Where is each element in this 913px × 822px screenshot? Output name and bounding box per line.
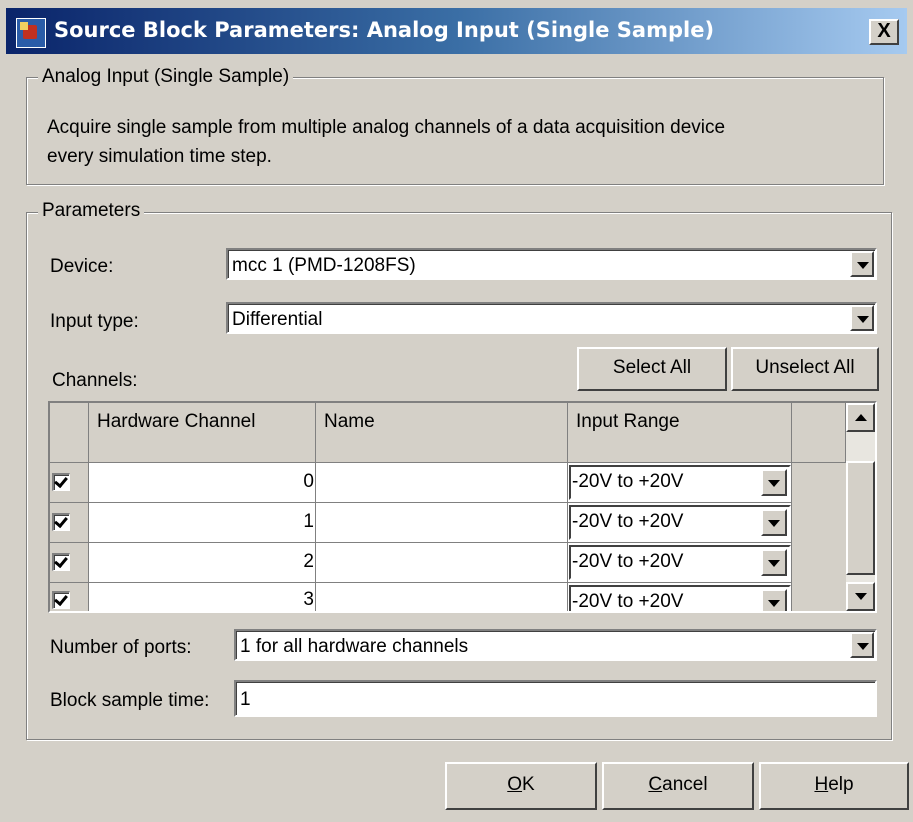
chevron-down-icon[interactable] [850, 305, 874, 331]
checkbox-icon[interactable] [52, 473, 70, 491]
input-range-value: -20V to +20V [572, 591, 684, 612]
scrollbar-thumb[interactable] [846, 461, 875, 575]
input-range-combo[interactable]: -20V to +20V [569, 505, 791, 540]
input-range-combo[interactable]: -20V to +20V [569, 545, 791, 580]
table-row-name[interactable] [316, 503, 568, 543]
input-range-combo[interactable]: -20V to +20V [569, 585, 791, 612]
checkbox-icon[interactable] [52, 553, 70, 571]
channels-table: Hardware Channel Name Input Range 0 -20V… [48, 401, 877, 613]
chevron-down-icon[interactable] [761, 469, 787, 496]
input-type-combo[interactable]: Differential [226, 302, 877, 334]
device-combo[interactable]: mcc 1 (PMD-1208FS) [226, 248, 877, 280]
device-label: Device: [50, 256, 114, 277]
scroll-down-arrow-icon[interactable] [846, 582, 875, 611]
input-type-value: Differential [232, 309, 323, 330]
table-row-check [50, 583, 89, 611]
sample-time-input[interactable]: 1 [234, 680, 877, 717]
channels-label: Channels: [52, 370, 138, 391]
cancel-button[interactable]: Cancel [602, 762, 754, 810]
table-row-input-range[interactable]: -20V to +20V [568, 463, 792, 503]
table-row-hardware-channel: 0 [89, 463, 316, 503]
table-row-check [50, 503, 89, 543]
table-header-hardware-channel[interactable]: Hardware Channel [89, 403, 316, 463]
table-row-hardware-channel: 1 [89, 503, 316, 543]
table-header-input-range[interactable]: Input Range [568, 403, 792, 463]
cancel-label: ancel [662, 774, 708, 795]
table-row-name[interactable] [316, 463, 568, 503]
simulink-app-icon [16, 18, 46, 48]
select-all-button[interactable]: Select All [577, 347, 727, 391]
ok-mnemonic: O [507, 774, 523, 795]
description-line-2: every simulation time step. [47, 146, 272, 167]
chevron-down-icon[interactable] [761, 509, 787, 536]
checkbox-icon[interactable] [52, 513, 70, 531]
description-legend: Analog Input (Single Sample) [38, 66, 294, 88]
sample-time-value: 1 [240, 689, 251, 710]
description-line-1: Acquire single sample from multiple anal… [47, 117, 726, 138]
input-type-label: Input type: [50, 311, 139, 332]
num-ports-value: 1 for all hardware channels [240, 636, 469, 657]
table-row-input-range[interactable]: -20V to +20V [568, 503, 792, 543]
input-range-value: -20V to +20V [572, 471, 684, 492]
table-row-check [50, 543, 89, 583]
help-button[interactable]: Help [759, 762, 909, 810]
window-title: Source Block Parameters: Analog Input (S… [54, 18, 715, 42]
input-range-value: -20V to +20V [572, 551, 684, 572]
cancel-mnemonic: C [648, 774, 663, 795]
table-header-name[interactable]: Name [316, 403, 568, 463]
table-row-input-range[interactable]: -20V to +20V [568, 583, 792, 612]
close-button[interactable]: X [869, 19, 899, 45]
table-header-filler [792, 403, 846, 463]
input-range-combo[interactable]: -20V to +20V [569, 465, 791, 500]
unselect-all-button[interactable]: Unselect All [731, 347, 879, 391]
help-mnemonic: H [814, 774, 829, 795]
table-row-name[interactable] [316, 583, 568, 611]
table-row-input-range[interactable]: -20V to +20V [568, 543, 792, 583]
chevron-down-icon[interactable] [850, 632, 874, 658]
checkbox-icon[interactable] [52, 591, 70, 609]
num-ports-combo[interactable]: 1 for all hardware channels [234, 629, 877, 661]
table-row-check [50, 463, 89, 503]
table-row-hardware-channel: 2 [89, 543, 316, 583]
input-range-value: -20V to +20V [572, 511, 684, 532]
chevron-down-icon[interactable] [850, 251, 874, 277]
table-header-check [50, 403, 89, 463]
num-ports-label: Number of ports: [50, 637, 192, 658]
ok-button[interactable]: OK [445, 762, 597, 810]
chevron-down-icon[interactable] [761, 589, 787, 611]
parameters-legend: Parameters [38, 200, 145, 222]
title-bar[interactable]: Source Block Parameters: Analog Input (S… [6, 8, 907, 54]
scroll-up-arrow-icon[interactable] [846, 403, 875, 432]
chevron-down-icon[interactable] [761, 549, 787, 576]
help-label: elp [828, 774, 854, 795]
device-value: mcc 1 (PMD-1208FS) [232, 255, 416, 276]
ok-label: K [522, 774, 535, 795]
sample-time-label: Block sample time: [50, 690, 210, 711]
table-scrollbar[interactable] [846, 403, 875, 611]
table-row-hardware-channel: 3 [89, 583, 316, 611]
table-row-name[interactable] [316, 543, 568, 583]
